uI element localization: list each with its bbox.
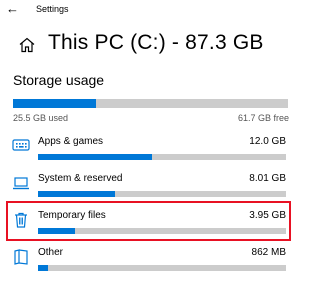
home-icon xyxy=(19,37,35,53)
overall-usage-fill xyxy=(13,99,96,108)
category-label: Other xyxy=(38,247,64,258)
app-title: Settings xyxy=(36,4,69,14)
category-label: System & reserved xyxy=(38,173,123,184)
page-title: This PC (C:) - 87.3 GB xyxy=(48,31,264,54)
category-usage-bar xyxy=(38,265,286,271)
category-usage-bar xyxy=(38,191,286,197)
category-label: Apps & games xyxy=(38,136,104,147)
category-usage-fill xyxy=(38,191,115,197)
category-size: 3.95 GB xyxy=(249,210,286,221)
category-usage-fill xyxy=(38,228,76,234)
category-size: 8.01 GB xyxy=(249,173,286,184)
apps-icon xyxy=(12,139,30,151)
category-other[interactable]: Other 862 MB xyxy=(0,242,300,282)
category-usage-bar xyxy=(38,154,286,160)
used-label: 25.5 GB used xyxy=(13,113,69,123)
section-title: Storage usage xyxy=(13,72,105,88)
category-apps-games[interactable]: Apps & games 12.0 GB xyxy=(0,131,300,171)
selection-highlight xyxy=(6,201,291,241)
category-label: Temporary files xyxy=(38,210,106,221)
laptop-icon xyxy=(13,177,29,190)
back-button[interactable]: ← xyxy=(6,2,19,16)
category-size: 862 MB xyxy=(251,247,286,258)
overall-usage-bar xyxy=(13,99,288,108)
free-label: 61.7 GB free xyxy=(237,113,289,123)
document-icon xyxy=(14,249,28,265)
category-usage-bar xyxy=(38,228,286,234)
trash-icon xyxy=(15,212,27,228)
title-bar: ← Settings xyxy=(0,0,300,22)
category-temporary-files[interactable]: Temporary files 3.95 GB xyxy=(0,201,300,245)
category-size: 12.0 GB xyxy=(249,136,286,147)
category-usage-fill xyxy=(38,154,153,160)
category-usage-fill xyxy=(38,265,48,271)
category-system-reserved[interactable]: System & reserved 8.01 GB xyxy=(0,168,300,208)
